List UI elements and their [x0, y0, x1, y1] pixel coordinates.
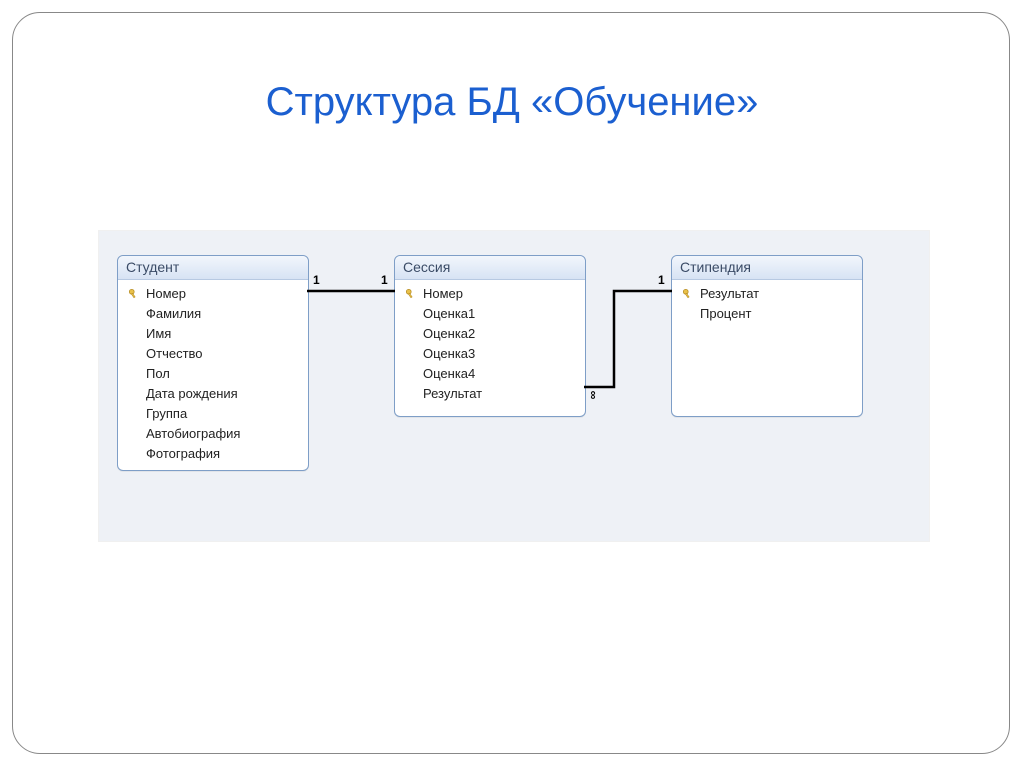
table-row: Группа — [118, 404, 308, 424]
table-row: Фотография — [118, 444, 308, 464]
field-label: Оценка4 — [419, 365, 475, 383]
table-row: Оценка4 — [395, 364, 585, 384]
field-label: Группа — [142, 405, 187, 423]
table-stipend-body: Результат Процент — [672, 280, 862, 330]
field-label: Результат — [696, 285, 759, 303]
table-row: Номер — [395, 284, 585, 304]
table-row: Отчество — [118, 344, 308, 364]
field-label: Номер — [419, 285, 463, 303]
diagram-canvas: Студент Номер Фамилия Имя Отчество Пол Д… — [98, 230, 930, 542]
field-label: Автобиография — [142, 425, 240, 443]
field-label: Результат — [419, 385, 482, 403]
table-session-header: Сессия — [395, 256, 585, 280]
table-row: Процент — [672, 304, 862, 324]
relation-label-right: 1 — [381, 273, 388, 287]
table-row: Оценка2 — [395, 324, 585, 344]
field-label: Имя — [142, 325, 171, 343]
field-label: Оценка1 — [419, 305, 475, 323]
field-label: Фамилия — [142, 305, 201, 323]
table-stipend-header: Стипендия — [672, 256, 862, 280]
relation-session-stipend — [584, 281, 672, 401]
table-student: Студент Номер Фамилия Имя Отчество Пол Д… — [117, 255, 309, 471]
relation-label-left: 1 — [313, 273, 320, 287]
table-row: Имя — [118, 324, 308, 344]
table-row: Оценка1 — [395, 304, 585, 324]
table-row: Результат — [395, 384, 585, 404]
slide-title: Структура БД «Обучение» — [0, 80, 1024, 125]
table-stipend: Стипендия Результат Процент — [671, 255, 863, 417]
table-row: Результат — [672, 284, 862, 304]
table-row: Номер — [118, 284, 308, 304]
table-student-header: Студент — [118, 256, 308, 280]
table-row: Пол — [118, 364, 308, 384]
field-label: Оценка2 — [419, 325, 475, 343]
field-label: Оценка3 — [419, 345, 475, 363]
relation-student-session — [307, 286, 395, 296]
table-row: Автобиография — [118, 424, 308, 444]
table-row: Фамилия — [118, 304, 308, 324]
field-label: Процент — [696, 305, 751, 323]
table-row: Дата рождения — [118, 384, 308, 404]
table-student-body: Номер Фамилия Имя Отчество Пол Дата рожд… — [118, 280, 308, 470]
relation-label-right: 1 — [658, 273, 665, 287]
field-label: Номер — [142, 285, 186, 303]
key-icon — [126, 288, 142, 300]
field-label: Дата рождения — [142, 385, 238, 403]
table-session-body: Номер Оценка1 Оценка2 Оценка3 Оценка4 Ре… — [395, 280, 585, 410]
key-icon — [680, 288, 696, 300]
field-label: Отчество — [142, 345, 203, 363]
field-label: Фотография — [142, 445, 220, 463]
field-label: Пол — [142, 365, 170, 383]
table-session: Сессия Номер Оценка1 Оценка2 Оценка3 Оце… — [394, 255, 586, 417]
key-icon — [403, 288, 419, 300]
table-row: Оценка3 — [395, 344, 585, 364]
relation-label-left: ∞ — [586, 391, 600, 400]
